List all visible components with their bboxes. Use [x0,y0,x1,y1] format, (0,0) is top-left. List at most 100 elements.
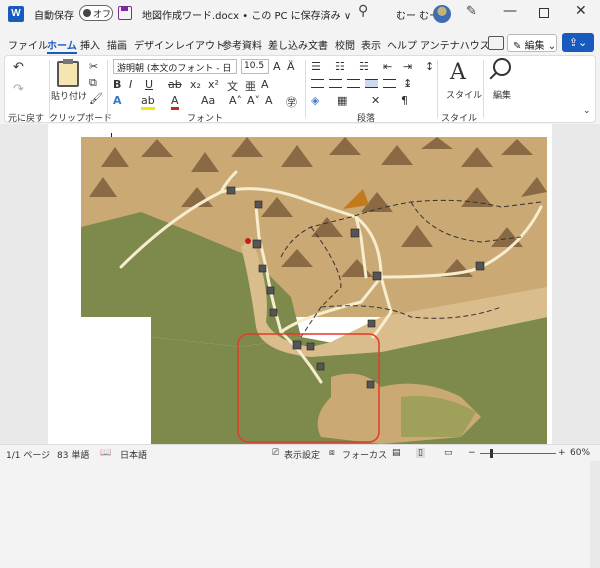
paste-icon[interactable] [57,59,79,87]
tab-mailings[interactable]: 差し込み文書 [268,37,328,52]
shrink-font-icon[interactable]: A˅ [247,94,260,107]
align-left-icon[interactable] [311,79,324,88]
decrease-indent-icon[interactable]: ⇤ [383,60,392,73]
grow-font-icon[interactable]: A˄ [229,94,242,107]
align-right-icon[interactable] [347,79,360,88]
zoom-in-button[interactable]: + [558,448,566,458]
tab-design[interactable]: デザイン [134,37,174,52]
document-canvas [0,124,600,568]
zoom-slider-thumb[interactable] [490,449,493,458]
font-color-icon[interactable]: A [171,94,179,110]
document-title[interactable]: 地図作成ワード.docx • この PC に保存済み ∨ [142,7,351,22]
tab-antennahouse[interactable]: アンテナハウス [420,37,490,52]
tab-review[interactable]: 校閲 [335,37,355,52]
superscript-icon[interactable]: x² [208,78,219,91]
divider [305,60,306,118]
char-border-icon[interactable]: A [261,78,269,91]
display-settings-icon[interactable]: ⎚ [272,448,279,458]
tab-layout[interactable]: レイアウト [175,37,225,52]
undo-icon[interactable]: ↶ [13,60,24,75]
char-shading-icon[interactable]: A [265,94,273,107]
tab-file[interactable]: ファイル [8,37,48,52]
web-layout-icon[interactable]: ▭ [444,448,453,458]
tab-draw[interactable]: 描画 [107,37,127,52]
distributed-icon[interactable] [383,79,396,88]
language-indicator[interactable]: 日本語 [120,448,147,461]
font-name-select[interactable]: 游明朝 (本文のフォント - 日 [113,59,237,74]
vertical-scrollbar[interactable] [590,248,600,568]
cut-icon[interactable]: ✂ [89,60,98,73]
numbering-icon[interactable]: ☷ [335,60,345,73]
bold-icon[interactable]: B [113,78,121,91]
focus-icon[interactable]: ⧈ [329,448,335,458]
read-mode-icon[interactable]: ▤ [392,448,401,458]
editing-mode-button[interactable]: ✎ 編集 ⌄ [507,34,557,52]
comments-button[interactable] [488,36,504,50]
chevron-down-icon[interactable]: ⌄ [583,106,591,116]
close-button[interactable]: ✕ [575,3,587,19]
styles-icon[interactable]: A [450,60,466,85]
align-center-icon[interactable] [329,79,342,88]
editing-label[interactable]: 編集 [493,88,511,101]
strikethrough-icon[interactable]: ab [168,78,182,91]
copy-icon[interactable]: ⧉ [89,76,97,90]
styles-label[interactable]: スタイル [446,88,482,101]
bullets-icon[interactable]: ☰ [311,60,321,73]
grow-font-icon[interactable]: A [273,60,281,73]
subscript-icon[interactable]: x₂ [190,78,201,91]
increase-indent-icon[interactable]: ⇥ [403,60,412,73]
undo-group-label: 元に戻す [8,114,45,124]
font-group-label: フォント [187,114,224,124]
enclose-char-icon[interactable]: ㊫ [286,94,297,110]
borders-icon[interactable]: ▦ [337,94,347,107]
display-settings-button[interactable]: 表示設定 [284,448,320,461]
word-count[interactable]: 83 単語 [57,448,89,461]
tab-home[interactable]: ホーム [47,37,77,54]
focus-button[interactable]: フォーカス [342,448,387,461]
find-icon[interactable] [493,58,511,76]
redo-icon[interactable]: ↷ [13,82,24,97]
paste-label[interactable]: 貼り付け [51,89,87,102]
line-spacing-icon[interactable]: ↨ [403,77,412,90]
styles-group-label: スタイル [441,114,478,124]
text-effects-icon[interactable]: A [113,94,122,107]
share-button[interactable]: ⇪⌄ [562,33,594,52]
zoom-level[interactable]: 60% [570,448,590,458]
zoom-out-button[interactable]: − [468,448,476,458]
phonetic-icon[interactable]: 亜 [245,78,256,94]
tab-references[interactable]: 参考資料 [222,37,262,52]
change-case-icon[interactable]: Aa [201,94,215,107]
clear-format-icon[interactable]: Ä [287,60,295,73]
tab-help[interactable]: ヘルプ [387,37,417,52]
multilevel-list-icon[interactable]: ☵ [359,60,369,73]
word-app-icon: W [8,6,24,22]
proofing-icon[interactable]: 📖 [100,448,111,458]
page-count[interactable]: 1/1 ページ [6,448,50,461]
maximize-button[interactable] [539,8,549,18]
clipboard-group-label: クリップボード [49,114,113,124]
divider [49,60,50,118]
show-marks-icon[interactable]: ¶ [401,94,408,107]
paragraph-group-label: 段落 [357,114,376,124]
sort-icon[interactable]: ↕ [425,60,434,73]
map-marker[interactable] [245,238,251,244]
shading-icon[interactable]: ◈ [311,94,319,107]
tab-view[interactable]: 表示 [361,37,381,52]
underline-icon[interactable]: U [145,78,153,91]
search-icon[interactable]: ⚲ [358,3,368,19]
minimize-button[interactable]: — [503,3,517,19]
japanese-font-icon[interactable]: 文 [227,78,238,94]
pen-icon[interactable]: ✎ [466,4,477,19]
asian-layout-icon[interactable]: ✕ [371,94,380,107]
tab-insert[interactable]: 挿入 [80,37,100,52]
format-painter-icon[interactable]: 🖌 [89,92,103,105]
autosave-toggle[interactable]: オフ [79,5,113,21]
print-layout-icon[interactable]: ▯ [416,448,425,458]
highlight-icon[interactable]: ab [141,94,155,110]
fantasy-map-image[interactable] [81,137,547,444]
font-size-select[interactable]: 10.5 [241,59,269,74]
justify-icon[interactable] [365,79,378,88]
save-icon[interactable] [118,6,132,20]
avatar[interactable] [433,5,451,23]
italic-icon[interactable]: I [129,78,132,91]
